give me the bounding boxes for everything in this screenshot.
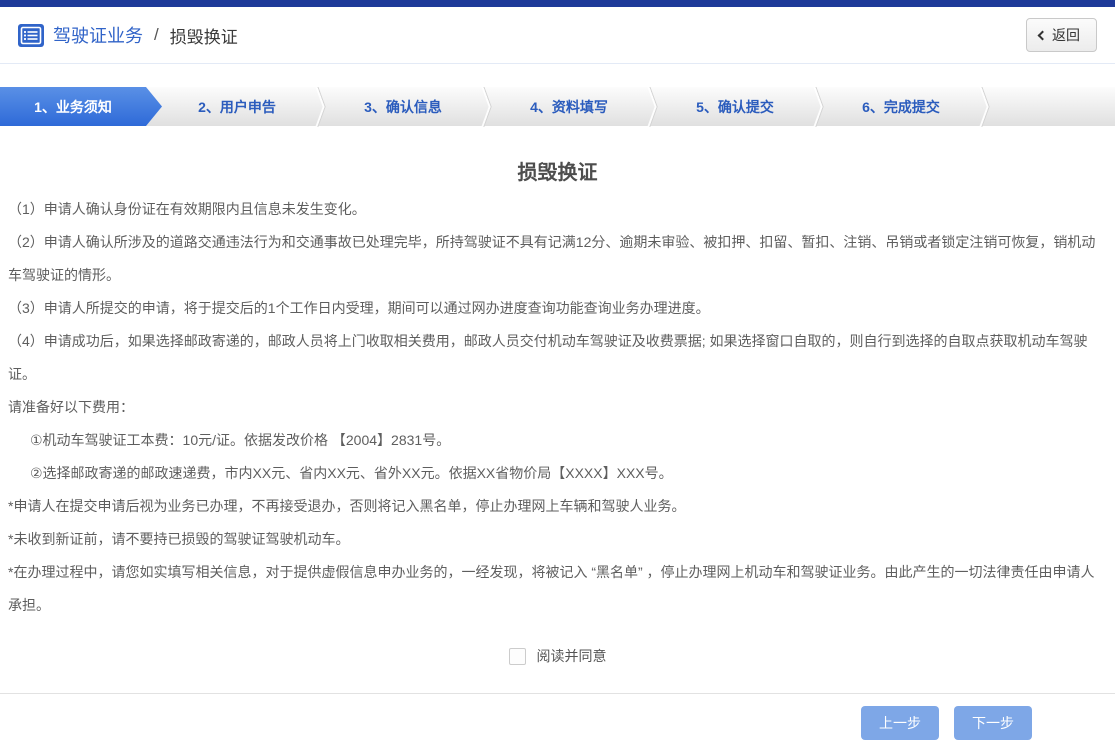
agree-label: 阅读并同意 (537, 646, 607, 666)
step-5-confirm-submit[interactable]: 5、确认提交 (660, 87, 810, 126)
main-content: 损毁换证 （1）申请人确认身份证在有效期限内且信息未发生变化。 （2）申请人确认… (0, 156, 1115, 666)
chevron-left-icon (1038, 30, 1048, 40)
step-separator-chevron (312, 87, 328, 126)
notice-fee-item: ①机动车驾驶证工本费：10元/证。依据发改价格 【2004】2831号。 (8, 424, 1107, 457)
step-label: 6、完成提交 (862, 97, 940, 117)
business-notice-text: （1）申请人确认身份证在有效期限内且信息未发生变化。 （2）申请人确认所涉及的道… (8, 193, 1107, 622)
step-3-confirm-info[interactable]: 3、确认信息 (328, 87, 478, 126)
notice-warning: *在办理过程中，请您如实填写相关信息，对于提供虚假信息申办业务的，一经发现，将被… (8, 556, 1107, 622)
notice-warning: *申请人在提交申请后视为业务已办理，不再接受退办，否则将记入黑名单，停止办理网上… (8, 490, 1107, 523)
step-nav-tail (992, 87, 1115, 126)
footer-actions: 上一步 下一步 (0, 693, 1115, 745)
notice-warning: *未收到新证前，请不要持已损毁的驾驶证驾驶机动车。 (8, 523, 1107, 556)
notice-fee-item: ②选择邮政寄递的邮政速递费，市内XX元、省内XX元、省外XX元。依据XX省物价局… (8, 457, 1107, 490)
next-step-button[interactable]: 下一步 (954, 706, 1032, 740)
agree-checkbox[interactable] (509, 648, 526, 665)
page-title: 损毁换证 (8, 156, 1107, 185)
step-separator-chevron (478, 87, 494, 126)
notice-paragraph: 请准备好以下费用： (8, 391, 1107, 424)
top-accent-bar (0, 0, 1115, 7)
breadcrumb-section[interactable]: 驾驶证业务 (53, 22, 143, 48)
prev-step-button[interactable]: 上一步 (861, 706, 939, 740)
breadcrumb-current-page: 损毁换证 (170, 23, 238, 48)
step-4-fill-materials[interactable]: 4、资料填写 (494, 87, 644, 126)
step-label: 5、确认提交 (696, 97, 774, 117)
step-label: 4、资料填写 (530, 97, 608, 117)
agreement-row: 阅读并同意 (8, 646, 1107, 666)
header: 驾驶证业务 / 损毁换证 返回 (0, 7, 1115, 64)
step-6-complete-submit[interactable]: 6、完成提交 (826, 87, 976, 126)
step-separator-chevron (644, 87, 660, 126)
notice-paragraph: （4）申请成功后，如果选择邮政寄递的，邮政人员将上门收取相关费用，邮政人员交付机… (8, 325, 1107, 391)
step-label: 1、业务须知 (34, 97, 112, 117)
breadcrumb-separator: / (154, 25, 159, 45)
step-nav: 1、业务须知 2、用户申告 3、确认信息 4、资料填写 5、确认提交 6、完成提… (0, 87, 1115, 126)
step-label: 3、确认信息 (364, 97, 442, 117)
step-label: 2、用户申告 (198, 97, 276, 117)
notice-paragraph: （3）申请人所提交的申请，将于提交后的1个工作日内受理，期间可以通过网办进度查询… (8, 292, 1107, 325)
step-separator-chevron (810, 87, 826, 126)
step-1-business-notice[interactable]: 1、业务须知 (0, 87, 162, 126)
list-icon (18, 24, 44, 47)
breadcrumb: 驾驶证业务 / 损毁换证 (18, 22, 238, 48)
back-button-label: 返回 (1052, 25, 1080, 45)
notice-paragraph: （2）申请人确认所涉及的道路交通违法行为和交通事故已处理完毕，所持驾驶证不具有记… (8, 226, 1107, 292)
notice-paragraph: （1）申请人确认身份证在有效期限内且信息未发生变化。 (8, 193, 1107, 226)
page: 驾驶证业务 / 损毁换证 返回 1、业务须知 2、用户申告 3、确认信息 4、资… (0, 0, 1115, 745)
step-2-user-declaration[interactable]: 2、用户申告 (162, 87, 312, 126)
step-separator-chevron (976, 87, 992, 126)
back-button[interactable]: 返回 (1026, 18, 1097, 52)
